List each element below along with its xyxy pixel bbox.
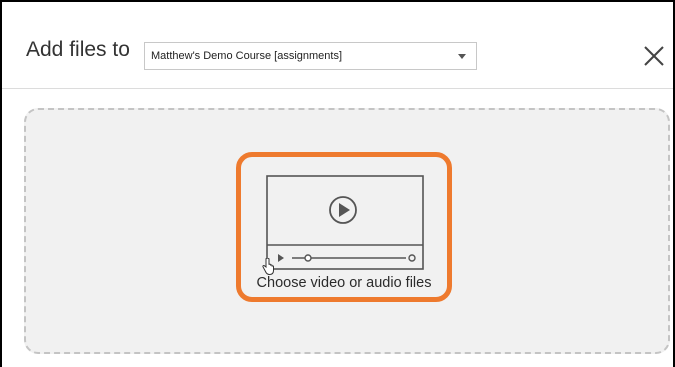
course-select[interactable]: Matthew's Demo Course [assignments] (144, 42, 477, 70)
close-icon (644, 46, 664, 66)
close-button[interactable] (642, 44, 666, 68)
chevron-down-icon (458, 54, 466, 59)
dialog-header: Add files to Matthew's Demo Course [assi… (2, 2, 673, 89)
hand-cursor-icon (262, 258, 274, 276)
choose-media-label: Choose video or audio files (256, 275, 432, 291)
video-player-icon (266, 175, 424, 270)
course-select-value: Matthew's Demo Course [assignments] (151, 50, 343, 62)
dialog-title: Add files to (26, 38, 130, 61)
